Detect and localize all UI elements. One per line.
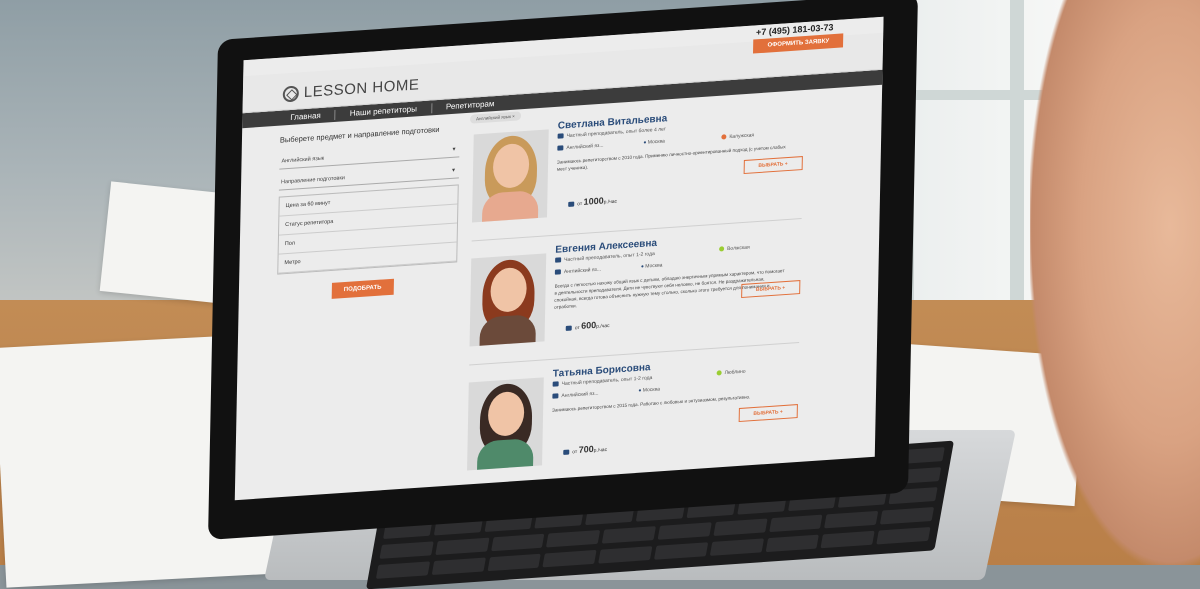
- tutor-photo: [469, 253, 547, 347]
- subject-icon: [554, 269, 561, 275]
- tutor-metro: Волжская: [719, 245, 750, 253]
- graduation-cap-icon: [555, 257, 562, 263]
- tutor-photo: [472, 129, 549, 223]
- choose-button[interactable]: ВЫБРАТЬ +: [740, 280, 801, 299]
- tutor-price: от 700р./час: [563, 443, 607, 456]
- wallet-icon: [565, 325, 572, 332]
- tutor-price: от 600р./час: [565, 319, 610, 332]
- nav-item-home[interactable]: Главная: [290, 111, 321, 122]
- tutor-subject: Английский яз...: [552, 391, 599, 400]
- filter-panel: Выберете предмет и направление подготовк…: [277, 123, 460, 302]
- tutor-city: ● Москва: [638, 386, 660, 394]
- tutor-city: ● Москва: [640, 262, 663, 270]
- location-pin-icon: ●: [638, 387, 642, 394]
- graduation-cap-icon: [552, 381, 559, 387]
- logo-icon: [282, 84, 299, 103]
- choose-button[interactable]: ВЫБРАТЬ +: [743, 156, 803, 175]
- location-pin-icon: ●: [640, 263, 644, 270]
- person-hand: [1030, 0, 1200, 565]
- main-content: Выберете предмет и направление подготовк…: [235, 85, 882, 501]
- tutor-metro: Калужская: [721, 132, 754, 140]
- tutor-card: Евгения Алексеевна Частный преподаватель…: [469, 228, 801, 360]
- tutor-subject: Английский яз...: [554, 267, 601, 276]
- nav-divider: [430, 102, 433, 113]
- metro-dot-icon: [719, 246, 725, 252]
- pick-button[interactable]: ПОДОБРАТЬ: [331, 278, 394, 299]
- tutor-city: ● Москва: [643, 138, 665, 146]
- tutor-metro: Люблино: [716, 369, 746, 377]
- metro-dot-icon: [716, 370, 722, 376]
- logo-text: LESSON HOME: [303, 76, 420, 102]
- nav-divider: [334, 109, 336, 120]
- laptop-screen: +7 (495) 181-03-73 ОФОРМИТЬ ЗАЯВКУ LESSO…: [208, 0, 918, 540]
- wallet-icon: [563, 449, 570, 456]
- metro-dot-icon: [721, 134, 727, 140]
- choose-button[interactable]: ВЫБРАТЬ +: [738, 404, 798, 423]
- nav-item-tutors[interactable]: Наши репетиторы: [350, 104, 417, 118]
- direction-placeholder: Направление подготовки: [281, 175, 345, 186]
- nav-item-for-tutors[interactable]: Репетиторам: [446, 99, 495, 111]
- tutor-card: Светлана Витальевна Частный преподавател…: [472, 104, 804, 236]
- tutor-price: от 1000р./час: [568, 195, 617, 208]
- caret-down-icon: ▾: [451, 167, 456, 174]
- location-pin-icon: ●: [643, 139, 647, 146]
- tutor-card: Татьяна Борисовна Частный преподаватель,…: [467, 352, 799, 484]
- filter-fields: Цена за 60 минут Статус репетитора Пол М…: [277, 184, 459, 275]
- subject-icon: [552, 393, 559, 399]
- graduation-cap-icon: [557, 133, 564, 139]
- tutor-subject: Английский яз...: [557, 143, 604, 152]
- subject-icon: [557, 145, 564, 151]
- caret-down-icon: ▾: [452, 146, 456, 153]
- wallet-icon: [568, 201, 575, 208]
- subject-value: Английский язык: [281, 155, 325, 165]
- tutor-photo: [467, 377, 544, 471]
- subject-chip[interactable]: Английский язык ×: [469, 111, 521, 124]
- website: +7 (495) 181-03-73 ОФОРМИТЬ ЗАЯВКУ LESSO…: [234, 16, 884, 501]
- filter-title: Выберете предмет и направление подготовк…: [279, 124, 440, 145]
- logo[interactable]: LESSON HOME: [282, 76, 420, 103]
